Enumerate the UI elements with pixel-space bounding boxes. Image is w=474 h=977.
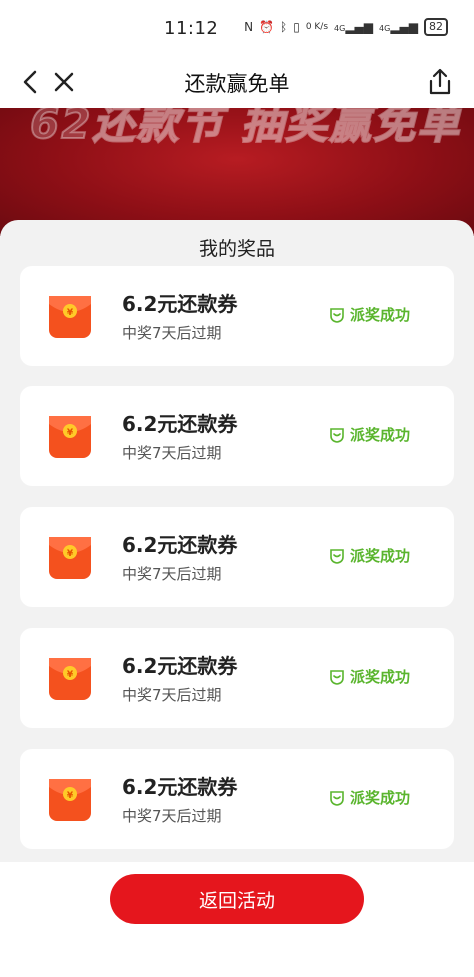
svg-text:¥: ¥ xyxy=(67,670,74,680)
prize-name: 6.2元还款券 xyxy=(122,775,238,799)
prize-status: 派奖成功 xyxy=(329,666,410,687)
prize-expiry: 中奖7天后过期 xyxy=(122,565,222,583)
bluetooth-icon: ᛒ xyxy=(280,20,288,34)
prize-panel: 我的奖品 ¥ 6.2元还款券 中奖7天后过期 派奖成功 ¥ 6.2元还款券 中奖… xyxy=(0,220,474,870)
prize-card: ¥ 6.2元还款券 中奖7天后过期 派奖成功 xyxy=(20,628,454,728)
battery-icon: 82 xyxy=(424,18,448,36)
prize-status: 派奖成功 xyxy=(329,424,410,445)
nfc-icon: N xyxy=(244,20,254,34)
svg-text:¥: ¥ xyxy=(67,428,74,438)
prize-status-label: 派奖成功 xyxy=(349,306,410,324)
prize-status-label: 派奖成功 xyxy=(349,789,410,807)
red-envelope-icon: ¥ xyxy=(49,779,91,821)
prize-expiry: 中奖7天后过期 xyxy=(122,444,222,462)
status-time: 11:12 xyxy=(164,18,219,39)
svg-text:¥: ¥ xyxy=(67,308,74,318)
prize-name: 6.2元还款券 xyxy=(122,412,238,436)
red-envelope-icon: ¥ xyxy=(49,296,91,338)
network-speed: 0 K/s xyxy=(305,22,329,32)
prize-expiry: 中奖7天后过期 xyxy=(122,686,222,704)
shield-check-icon xyxy=(330,307,344,323)
share-button[interactable] xyxy=(420,62,460,102)
nav-bar: 还款赢免单 xyxy=(0,56,474,108)
red-envelope-icon: ¥ xyxy=(49,658,91,700)
prize-name: 6.2元还款券 xyxy=(122,533,238,557)
prize-name: 6.2元还款券 xyxy=(122,292,238,316)
status-icons: N ⏰ ᛒ ▯ 0 K/s 4G▂▄▆ 4G▂▄▆ 82 xyxy=(244,18,448,36)
signal-2-icon: 4G▂▄▆ xyxy=(379,20,418,34)
prize-status: 派奖成功 xyxy=(329,545,410,566)
shield-check-icon xyxy=(330,669,344,685)
prize-status-label: 派奖成功 xyxy=(349,426,410,444)
vibrate-icon: ▯ xyxy=(293,20,300,34)
prize-card: ¥ 6.2元还款券 中奖7天后过期 派奖成功 xyxy=(20,749,454,849)
red-envelope-icon: ¥ xyxy=(49,537,91,579)
shield-check-icon xyxy=(330,548,344,564)
prize-status-label: 派奖成功 xyxy=(349,668,410,686)
return-to-activity-button[interactable]: 返回活动 xyxy=(110,874,364,924)
share-icon xyxy=(429,68,451,95)
red-envelope-icon: ¥ xyxy=(49,416,91,458)
prize-card: ¥ 6.2元还款券 中奖7天后过期 派奖成功 xyxy=(20,266,454,366)
event-banner: 62还款节 抽奖赢免单 xyxy=(0,108,474,236)
shield-check-icon xyxy=(330,790,344,806)
status-bar: 11:12 N ⏰ ᛒ ▯ 0 K/s 4G▂▄▆ 4G▂▄▆ 82 xyxy=(0,0,474,56)
shield-check-icon xyxy=(330,427,344,443)
prize-card: ¥ 6.2元还款券 中奖7天后过期 派奖成功 xyxy=(20,507,454,607)
panel-title: 我的奖品 xyxy=(198,238,275,260)
svg-text:¥: ¥ xyxy=(67,791,74,801)
prize-name: 6.2元还款券 xyxy=(122,654,238,678)
signal-1-icon: 4G▂▄▆ xyxy=(334,20,374,34)
bottom-bar: 返回活动 xyxy=(0,862,474,977)
svg-text:¥: ¥ xyxy=(67,549,74,559)
prize-expiry: 中奖7天后过期 xyxy=(122,324,222,342)
alarm-icon: ⏰ xyxy=(259,20,274,34)
prize-status-label: 派奖成功 xyxy=(349,547,410,565)
prize-status: 派奖成功 xyxy=(329,304,410,325)
page-title: 还款赢免单 xyxy=(184,72,290,96)
prize-expiry: 中奖7天后过期 xyxy=(122,807,222,825)
prize-status: 派奖成功 xyxy=(329,787,410,808)
banner-text: 62还款节 抽奖赢免单 xyxy=(29,108,462,149)
prize-card: ¥ 6.2元还款券 中奖7天后过期 派奖成功 xyxy=(20,386,454,486)
